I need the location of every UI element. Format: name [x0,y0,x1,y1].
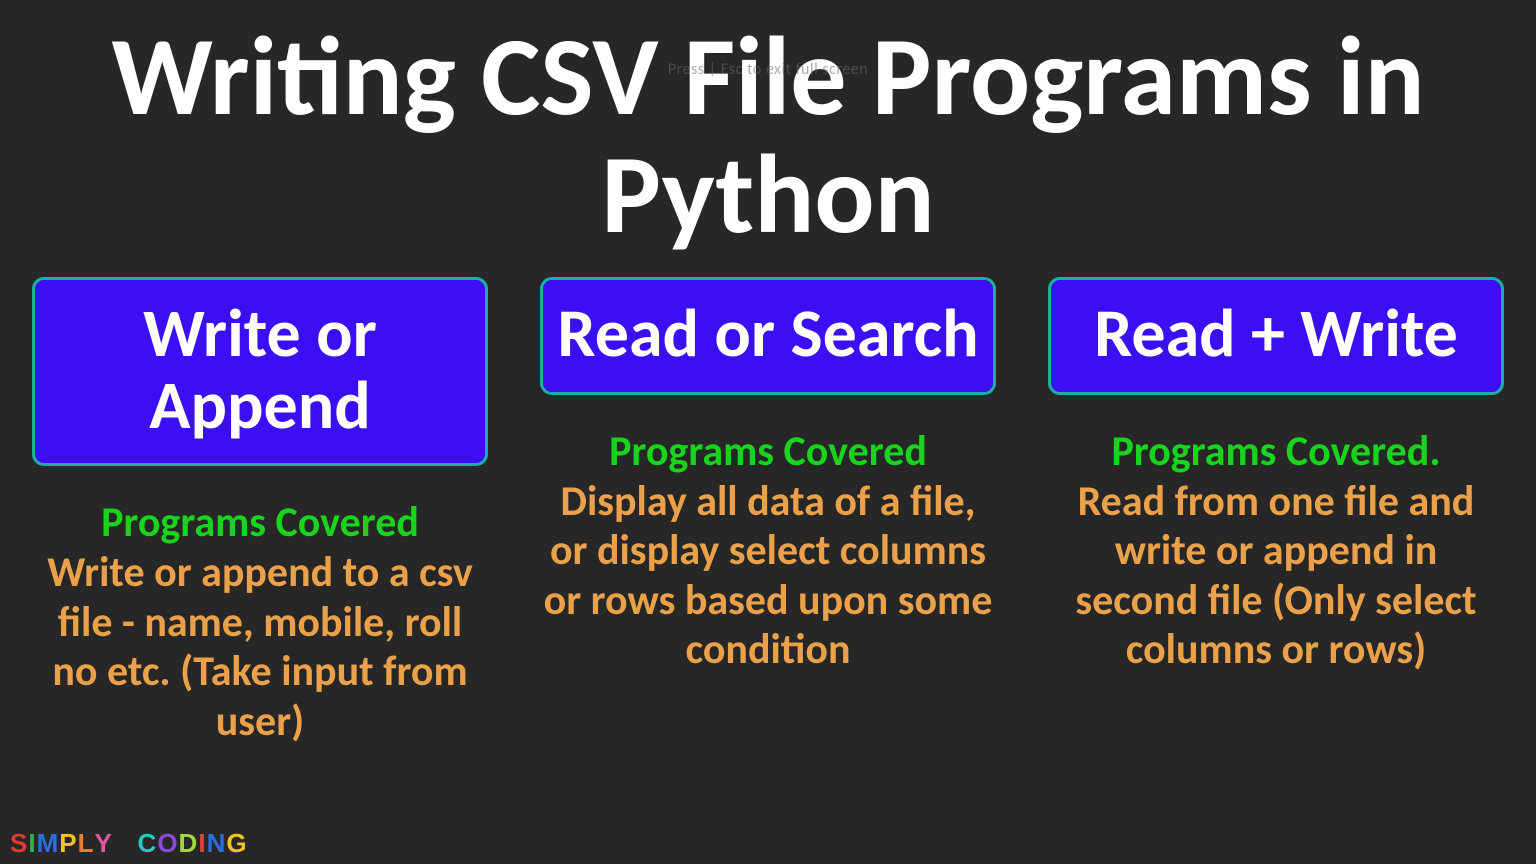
subhead-write-append: Programs Covered [101,500,419,546]
logo-letter: M [37,830,60,856]
slide-title: Writing CSV File Programs in Python [0,0,1536,263]
card-read-write: Read + Write [1048,277,1504,394]
column-read-search: Read or Search Programs Covered Display … [540,277,996,746]
logo-letter: D [179,830,199,856]
column-read-write: Read + Write Programs Covered. Read from… [1048,277,1504,746]
card-write-append: Write or Append [32,277,488,466]
logo-letter: O [157,830,178,856]
logo-letter: C [138,830,158,856]
logo-letter: I [28,830,36,856]
logo-letter: Y [94,830,112,856]
brand-logo: SIMPLY CODING [10,830,248,856]
card-read-search: Read or Search [540,277,996,394]
desc-read-write: Read from one file and write or append i… [1048,477,1504,675]
logo-letter: G [226,830,247,856]
desc-write-append: Write or append to a csv file - name, mo… [32,548,488,746]
desc-read-search: Display all data of a file, or display s… [540,477,996,675]
slide: Press | Esc to exit full screen Writing … [0,0,1536,864]
logo-letter: L [78,830,95,856]
columns-container: Write or Append Programs Covered Write o… [0,263,1536,746]
logo-space [121,830,129,856]
subhead-read-search: Programs Covered [609,429,927,475]
logo-letter: N [207,830,227,856]
column-write-append: Write or Append Programs Covered Write o… [32,277,488,746]
logo-letter: S [10,830,28,856]
subhead-read-write: Programs Covered. [1111,429,1440,475]
logo-letter: I [198,830,206,856]
logo-letter: P [59,830,77,856]
